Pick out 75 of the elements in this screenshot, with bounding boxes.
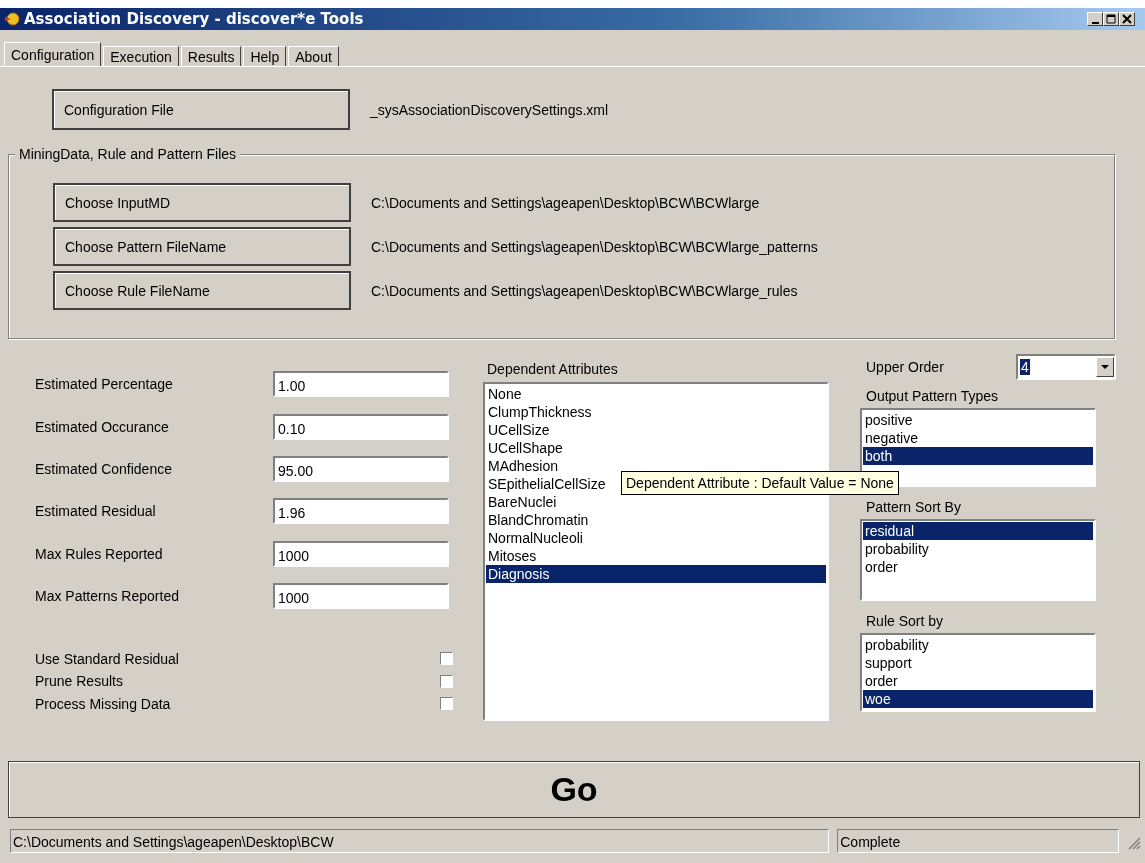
file-path: _sysAssociationDiscoverySettings.xml xyxy=(370,101,609,118)
list-item[interactable]: positive xyxy=(863,411,1093,429)
status-panel: C:\Documents and Settings\ageapen\Desktop\BCW xyxy=(10,829,830,853)
list-item[interactable]: Mitoses xyxy=(486,547,826,565)
file-path: C:\Documents and Settings\ageapen\Desktop\BCW\BCWlarge xyxy=(371,194,760,211)
checkbox-label: Process Missing Data xyxy=(35,695,171,712)
checkbox-label: Use Standard Residual xyxy=(35,650,179,667)
tab[interactable]: Results xyxy=(180,46,242,66)
input-field[interactable]: 1.00 xyxy=(273,371,449,398)
file-button[interactable]: Choose InputMD xyxy=(53,183,351,222)
list-label: Dependent Attributes xyxy=(487,361,619,377)
dropdown-value: 4 xyxy=(1020,359,1030,375)
file-path: C:\Documents and Settings\ageapen\Desktop\BCW\BCWlarge_patterns xyxy=(371,238,818,255)
app-icon xyxy=(4,11,20,27)
checkbox[interactable] xyxy=(440,697,453,711)
file-button[interactable]: Choose Pattern FileName xyxy=(53,227,351,266)
maximize-icon xyxy=(1105,13,1117,25)
minimize-icon xyxy=(1091,21,1099,24)
list-item[interactable]: negative xyxy=(863,429,1093,447)
size-grip-icon xyxy=(1127,836,1141,850)
checkbox-label: Prune Results xyxy=(35,673,123,690)
field-label: Estimated Confidence xyxy=(35,460,172,477)
list-item[interactable]: order xyxy=(863,558,1093,576)
go-button[interactable]: Go xyxy=(8,761,1140,818)
minimize-button[interactable] xyxy=(1087,12,1103,26)
list-label: Output Pattern Types xyxy=(866,388,1000,404)
dropdown[interactable]: 4 xyxy=(1016,354,1116,380)
list-item[interactable]: UCellSize xyxy=(486,421,826,439)
input-field[interactable]: 1000 xyxy=(273,583,449,610)
window-title: Association Discovery - discover*e Tools xyxy=(24,10,365,28)
list-item[interactable]: ClumpThickness xyxy=(486,403,826,421)
file-path: C:\Documents and Settings\ageapen\Desktop\BCW\BCWlarge_rules xyxy=(371,282,798,299)
file-button[interactable]: Configuration File xyxy=(52,89,350,130)
close-button[interactable] xyxy=(1119,12,1135,26)
list-box[interactable]: residual probability order xyxy=(860,519,1096,601)
input-field[interactable]: 0.10 xyxy=(273,413,449,440)
list-item[interactable]: probability xyxy=(863,540,1093,558)
list-item[interactable]: None xyxy=(486,385,826,403)
dropdown-button[interactable] xyxy=(1096,357,1114,377)
list-item[interactable]: woe xyxy=(863,690,1093,708)
tab[interactable]: Execution xyxy=(103,46,179,66)
list-item[interactable]: BareNuclei xyxy=(486,493,826,511)
list-item[interactable]: support xyxy=(863,654,1093,672)
tab[interactable]: Configuration xyxy=(4,42,102,66)
list-label: Pattern Sort By xyxy=(866,499,962,515)
input-field[interactable]: 1000 xyxy=(273,540,449,567)
tooltip: Dependent Attribute : Default Value = None xyxy=(621,471,899,495)
field-label: Estimated Percentage xyxy=(35,376,173,393)
field-label: Upper Order xyxy=(866,359,944,375)
field-label: Max Rules Reported xyxy=(35,545,163,562)
list-item[interactable]: Diagnosis xyxy=(486,565,826,583)
file-button[interactable]: Choose Rule FileName xyxy=(53,271,351,310)
input-field[interactable]: 95.00 xyxy=(273,455,449,482)
list-item[interactable]: UCellShape xyxy=(486,439,826,457)
field-label: Estimated Residual xyxy=(35,503,156,520)
caret-icon xyxy=(1101,365,1109,369)
list-item[interactable]: both xyxy=(863,447,1093,465)
group-label: MiningData, Rule and Pattern Files xyxy=(15,146,241,162)
list-item[interactable]: NormalNucleoli xyxy=(486,529,826,547)
maximize-button[interactable] xyxy=(1103,12,1119,26)
list-item[interactable]: probability xyxy=(863,636,1093,654)
list-item[interactable]: residual xyxy=(863,522,1093,540)
list-box[interactable]: probability support order woe xyxy=(860,633,1096,712)
field-label: Max Patterns Reported xyxy=(35,588,179,605)
list-label: Rule Sort by xyxy=(866,613,945,629)
checkbox[interactable] xyxy=(440,652,453,666)
list-item[interactable]: BlandChromatin xyxy=(486,511,826,529)
input-field[interactable]: 1.96 xyxy=(273,498,449,525)
tab[interactable]: Help xyxy=(243,46,287,66)
field-label: Estimated Occurance xyxy=(35,418,169,435)
status-panel: Complete xyxy=(837,829,1119,853)
checkbox[interactable] xyxy=(440,674,453,688)
close-icon xyxy=(1121,13,1133,25)
list-item[interactable]: order xyxy=(863,672,1093,690)
tab[interactable]: About xyxy=(288,46,339,66)
